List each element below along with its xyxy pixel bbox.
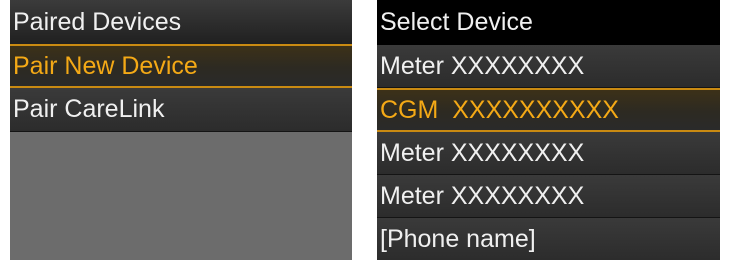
- paired-devices-screen: Paired Devices Pair New Device Pair Care…: [10, 0, 352, 260]
- screen-title: Select Device: [377, 0, 720, 45]
- menu-item-pair-carelink[interactable]: Pair CareLink: [10, 88, 352, 132]
- screen-title: Paired Devices: [10, 0, 352, 44]
- menu-item-meter[interactable]: Meter XXXXXXXX: [377, 45, 720, 88]
- menu-item-pair-new-device[interactable]: Pair New Device: [10, 44, 352, 88]
- menu-item-phone-name[interactable]: [Phone name]: [377, 218, 720, 260]
- select-device-screen: Select Device Meter XXXXXXXX CGM XXXXXXX…: [377, 0, 720, 260]
- menu-item-meter[interactable]: Meter XXXXXXXX: [377, 175, 720, 218]
- empty-list-area: [10, 132, 352, 260]
- menu-item-meter[interactable]: Meter XXXXXXXX: [377, 132, 720, 175]
- select-device-menu: Meter XXXXXXXX CGM XXXXXXXXXX Meter XXXX…: [377, 45, 720, 260]
- paired-devices-menu: Pair New Device Pair CareLink: [10, 44, 352, 132]
- menu-item-cgm[interactable]: CGM XXXXXXXXXX: [377, 88, 720, 132]
